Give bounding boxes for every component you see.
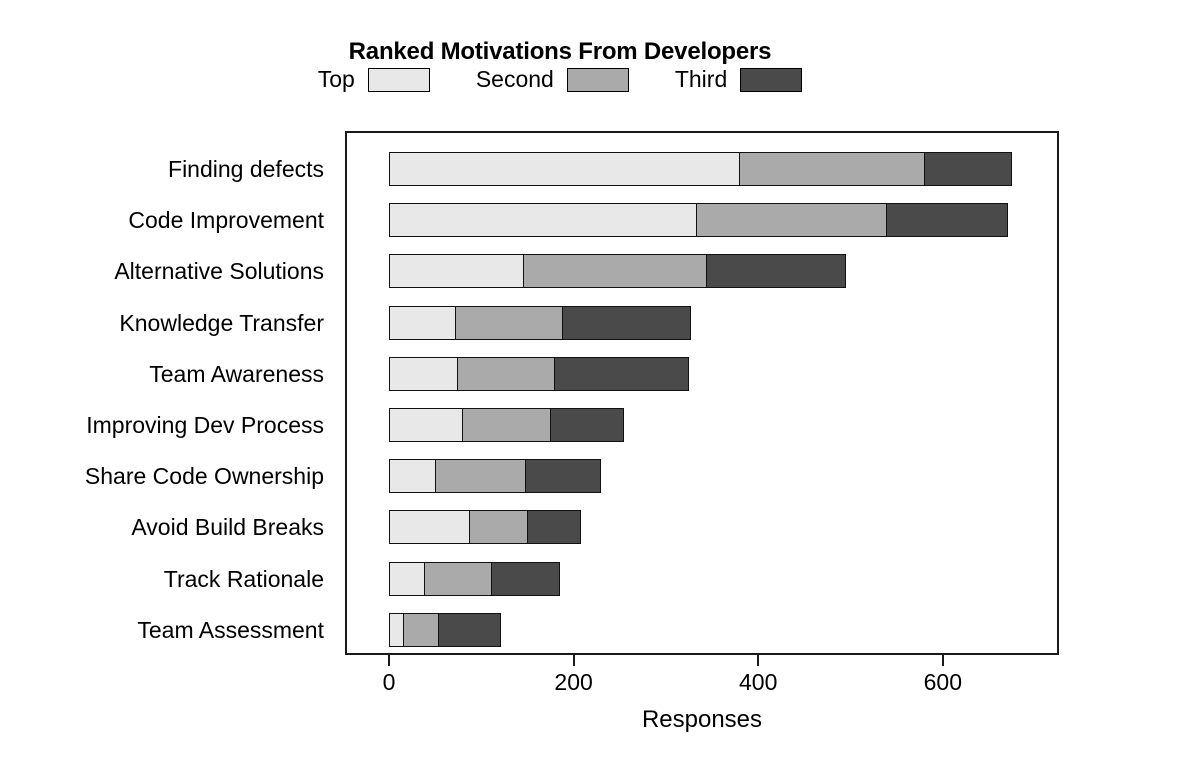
legend-swatch-second xyxy=(566,67,629,92)
legend-item-top: Top xyxy=(318,66,430,93)
y-axis-label: Finding defects xyxy=(168,156,324,182)
x-axis-tick xyxy=(757,655,760,666)
x-axis-tick xyxy=(388,655,390,666)
x-axis-tick xyxy=(941,655,944,666)
y-axis-label: Share Code Ownership xyxy=(84,463,324,490)
y-axis-label: Track Rationale xyxy=(163,565,324,592)
plot-panel xyxy=(345,131,1059,655)
legend-label-second: Second xyxy=(475,66,554,92)
y-axis-category-labels: Finding defects Code Improvement Alternati… xyxy=(0,131,334,655)
legend-item-third: Third xyxy=(674,66,803,93)
y-axis-label: Knowledge Transfer xyxy=(119,309,324,336)
x-axis-tick xyxy=(572,655,575,666)
x-axis-tick-label: 600 xyxy=(923,669,962,695)
x-axis-tick-label: 0 xyxy=(382,669,396,695)
chart-figure: Ranked Motivations From Developers Top S… xyxy=(0,0,1200,776)
x-axis-tick-label: 200 xyxy=(554,669,593,695)
legend-item-second: Second xyxy=(476,66,629,93)
y-axis-label: Improving Dev Process xyxy=(86,412,324,438)
legend-swatch-top xyxy=(367,67,430,92)
x-axis-title: Responses xyxy=(641,706,763,733)
y-axis-label: Code Improvement xyxy=(128,207,324,234)
legend-label-top: Top xyxy=(317,66,355,92)
x-axis: 0 200 400 600 xyxy=(345,655,1059,695)
y-axis-label: Alternative Solutions xyxy=(114,258,324,285)
y-axis-label: Team Awareness xyxy=(149,360,324,387)
chart-legend: Top Second Third xyxy=(0,66,1120,93)
y-axis-label: Team Assessment xyxy=(137,616,324,643)
x-axis-tick-label: 400 xyxy=(739,669,778,695)
legend-label-third: Third xyxy=(674,66,728,92)
y-axis-label: Avoid Build Breaks xyxy=(131,514,324,541)
legend-swatch-third xyxy=(740,67,803,92)
chart-title: Ranked Motivations From Developers xyxy=(348,38,772,65)
